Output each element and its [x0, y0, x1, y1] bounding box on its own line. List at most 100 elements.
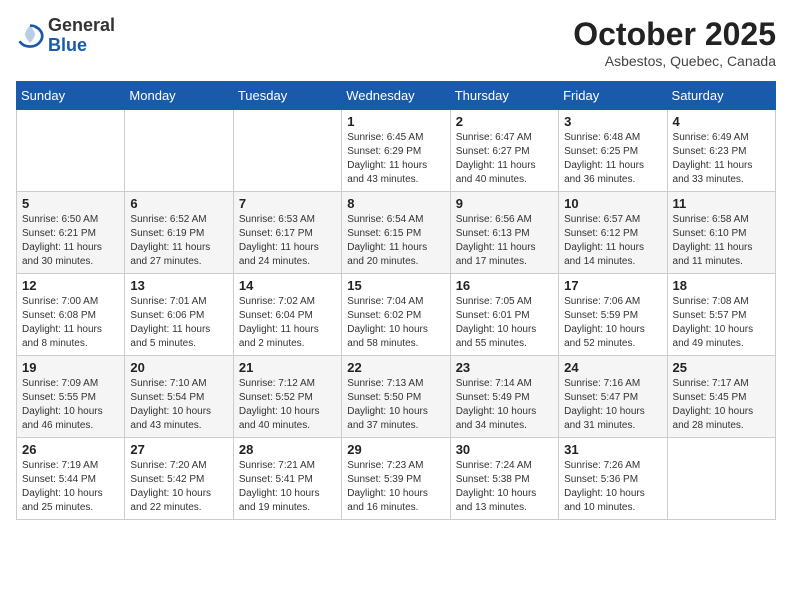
day-number: 22 — [347, 360, 444, 375]
calendar-cell: 28Sunrise: 7:21 AM Sunset: 5:41 PM Dayli… — [233, 438, 341, 520]
calendar-week-row: 19 Sunrise: 7:09 AM Sunset: 5:55 PM Dayli… — [17, 356, 776, 438]
month-title: October 2025 — [573, 16, 776, 53]
day-number: 26 — [22, 442, 119, 457]
calendar-cell: 1 Sunrise: 6:45 AM Sunset: 6:29 PM Daylig… — [342, 110, 450, 192]
day-number: 14 — [239, 278, 336, 293]
day-info: Sunrise: 6:48 AM Sunset: 6:25 PM Dayligh… — [564, 131, 661, 187]
day-info: Sunrise: 7:04 AM Sunset: 6:02 PM Dayligh… — [347, 295, 444, 351]
calendar-cell — [125, 110, 233, 192]
calendar-week-row: 26 Sunrise: 7:19 AM Sunset: 5:44 PM Dayli… — [17, 438, 776, 520]
day-number: 30 — [456, 442, 553, 457]
calendar-cell: 2 Sunrise: 6:47 AM Sunset: 6:27 PM Daylig… — [450, 110, 558, 192]
day-number: 1 — [347, 114, 444, 129]
day-info: Sunrise: 7:26 AM Sunset: 5:36 PM Dayligh… — [564, 459, 661, 515]
calendar-cell: 17 Sunrise: 7:06 AM Sunset: 5:59 PM Dayli… — [559, 274, 667, 356]
day-info: Sunrise: 7:19 AM Sunset: 5:44 PM Dayligh… — [22, 459, 119, 515]
day-number: 31 — [564, 442, 661, 457]
calendar-cell: 3 Sunrise: 6:48 AM Sunset: 6:25 PM Daylig… — [559, 110, 667, 192]
day-info: Sunrise: 6:49 AM Sunset: 6:23 PM Dayligh… — [673, 131, 770, 187]
calendar-cell: 21Sunrise: 7:12 AM Sunset: 5:52 PM Dayli… — [233, 356, 341, 438]
day-info: Sunrise: 7:17 AM Sunset: 5:45 PM Dayligh… — [673, 377, 770, 433]
day-number: 25 — [673, 360, 770, 375]
day-info: Sunrise: 6:45 AM Sunset: 6:29 PM Dayligh… — [347, 131, 444, 187]
calendar-cell: 7 Sunrise: 6:53 AM Sunset: 6:17 PM Daylig… — [233, 192, 341, 274]
day-info: Sunrise: 6:56 AM Sunset: 6:13 PM Dayligh… — [456, 213, 553, 269]
day-number: 29 — [347, 442, 444, 457]
day-info: Sunrise: 7:06 AM Sunset: 5:59 PM Dayligh… — [564, 295, 661, 351]
calendar-cell: 12 Sunrise: 7:00 AM Sunset: 6:08 PM Dayli… — [17, 274, 125, 356]
weekday-header-saturday: Saturday — [667, 82, 775, 110]
calendar-cell: 9 Sunrise: 6:56 AM Sunset: 6:13 PM Daylig… — [450, 192, 558, 274]
day-info: Sunrise: 6:57 AM Sunset: 6:12 PM Dayligh… — [564, 213, 661, 269]
weekday-header-thursday: Thursday — [450, 82, 558, 110]
day-number: 18 — [673, 278, 770, 293]
calendar-cell: 8Sunrise: 6:54 AM Sunset: 6:15 PM Daylig… — [342, 192, 450, 274]
day-number: 11 — [673, 196, 770, 211]
calendar-cell: 11Sunrise: 6:58 AM Sunset: 6:10 PM Dayli… — [667, 192, 775, 274]
day-info: Sunrise: 7:21 AM Sunset: 5:41 PM Dayligh… — [239, 459, 336, 515]
calendar-cell: 30 Sunrise: 7:24 AM Sunset: 5:38 PM Dayli… — [450, 438, 558, 520]
day-number: 13 — [130, 278, 227, 293]
day-info: Sunrise: 7:01 AM Sunset: 6:06 PM Dayligh… — [130, 295, 227, 351]
calendar-cell: 27Sunrise: 7:20 AM Sunset: 5:42 PM Dayli… — [125, 438, 233, 520]
day-number: 24 — [564, 360, 661, 375]
day-info: Sunrise: 6:47 AM Sunset: 6:27 PM Dayligh… — [456, 131, 553, 187]
calendar-cell: 19 Sunrise: 7:09 AM Sunset: 5:55 PM Dayli… — [17, 356, 125, 438]
day-number: 3 — [564, 114, 661, 129]
weekday-header-wednesday: Wednesday — [342, 82, 450, 110]
day-info: Sunrise: 6:52 AM Sunset: 6:19 PM Dayligh… — [130, 213, 227, 269]
calendar-week-row: 5Sunrise: 6:50 AM Sunset: 6:21 PM Daylig… — [17, 192, 776, 274]
day-info: Sunrise: 7:24 AM Sunset: 5:38 PM Dayligh… — [456, 459, 553, 515]
calendar-cell: 15Sunrise: 7:04 AM Sunset: 6:02 PM Dayli… — [342, 274, 450, 356]
logo-icon — [16, 22, 44, 50]
day-info: Sunrise: 7:00 AM Sunset: 6:08 PM Dayligh… — [22, 295, 119, 351]
calendar-cell: 26 Sunrise: 7:19 AM Sunset: 5:44 PM Dayli… — [17, 438, 125, 520]
location-text: Asbestos, Quebec, Canada — [573, 53, 776, 69]
calendar-cell: 31 Sunrise: 7:26 AM Sunset: 5:36 PM Dayli… — [559, 438, 667, 520]
calendar-cell: 24 Sunrise: 7:16 AM Sunset: 5:47 PM Dayli… — [559, 356, 667, 438]
weekday-header-tuesday: Tuesday — [233, 82, 341, 110]
day-number: 2 — [456, 114, 553, 129]
day-info: Sunrise: 7:16 AM Sunset: 5:47 PM Dayligh… — [564, 377, 661, 433]
day-info: Sunrise: 7:05 AM Sunset: 6:01 PM Dayligh… — [456, 295, 553, 351]
calendar-cell: 10 Sunrise: 6:57 AM Sunset: 6:12 PM Dayli… — [559, 192, 667, 274]
day-info: Sunrise: 7:10 AM Sunset: 5:54 PM Dayligh… — [130, 377, 227, 433]
day-info: Sunrise: 7:02 AM Sunset: 6:04 PM Dayligh… — [239, 295, 336, 351]
day-info: Sunrise: 6:54 AM Sunset: 6:15 PM Dayligh… — [347, 213, 444, 269]
day-number: 5 — [22, 196, 119, 211]
day-number: 23 — [456, 360, 553, 375]
calendar-week-row: 1 Sunrise: 6:45 AM Sunset: 6:29 PM Daylig… — [17, 110, 776, 192]
day-info: Sunrise: 7:20 AM Sunset: 5:42 PM Dayligh… — [130, 459, 227, 515]
day-number: 10 — [564, 196, 661, 211]
day-number: 6 — [130, 196, 227, 211]
calendar-cell — [17, 110, 125, 192]
weekday-header-monday: Monday — [125, 82, 233, 110]
calendar-cell: 4Sunrise: 6:49 AM Sunset: 6:23 PM Daylig… — [667, 110, 775, 192]
day-number: 19 — [22, 360, 119, 375]
calendar-week-row: 12 Sunrise: 7:00 AM Sunset: 6:08 PM Dayli… — [17, 274, 776, 356]
calendar-cell: 29Sunrise: 7:23 AM Sunset: 5:39 PM Dayli… — [342, 438, 450, 520]
weekday-header-row: SundayMondayTuesdayWednesdayThursdayFrid… — [17, 82, 776, 110]
calendar-cell: 5Sunrise: 6:50 AM Sunset: 6:21 PM Daylig… — [17, 192, 125, 274]
weekday-header-friday: Friday — [559, 82, 667, 110]
logo: General Blue — [16, 16, 115, 56]
day-number: 20 — [130, 360, 227, 375]
calendar-cell: 16 Sunrise: 7:05 AM Sunset: 6:01 PM Dayli… — [450, 274, 558, 356]
day-info: Sunrise: 7:14 AM Sunset: 5:49 PM Dayligh… — [456, 377, 553, 433]
day-number: 17 — [564, 278, 661, 293]
calendar-table: SundayMondayTuesdayWednesdayThursdayFrid… — [16, 81, 776, 520]
day-number: 21 — [239, 360, 336, 375]
calendar-cell: 22 Sunrise: 7:13 AM Sunset: 5:50 PM Dayli… — [342, 356, 450, 438]
day-number: 16 — [456, 278, 553, 293]
calendar-cell — [233, 110, 341, 192]
day-number: 9 — [456, 196, 553, 211]
title-block: October 2025 Asbestos, Quebec, Canada — [573, 16, 776, 69]
day-number: 12 — [22, 278, 119, 293]
day-number: 7 — [239, 196, 336, 211]
page-header: General Blue October 2025 Asbestos, Queb… — [16, 16, 776, 69]
calendar-cell: 25 Sunrise: 7:17 AM Sunset: 5:45 PM Dayli… — [667, 356, 775, 438]
day-info: Sunrise: 6:53 AM Sunset: 6:17 PM Dayligh… — [239, 213, 336, 269]
day-info: Sunrise: 7:09 AM Sunset: 5:55 PM Dayligh… — [22, 377, 119, 433]
calendar-cell — [667, 438, 775, 520]
day-info: Sunrise: 7:13 AM Sunset: 5:50 PM Dayligh… — [347, 377, 444, 433]
